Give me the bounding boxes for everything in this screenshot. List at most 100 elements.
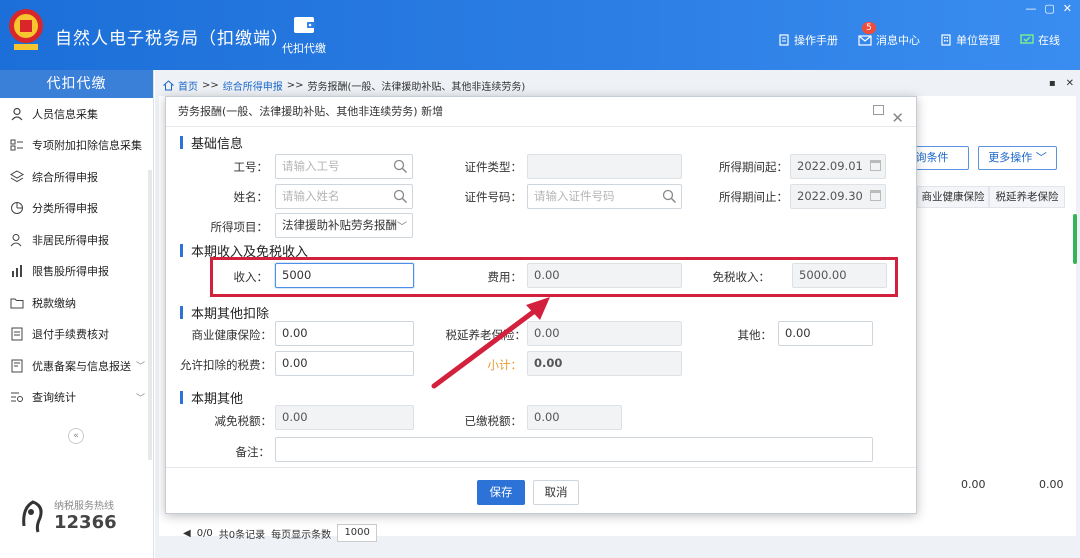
sidebar-item-category[interactable]: 分类所得申报 — [0, 193, 153, 225]
sidebar-item-preferential[interactable]: 优惠备案与信息报送 ﹀ — [0, 350, 153, 382]
document-icon — [10, 359, 24, 373]
save-button[interactable]: 保存 — [477, 480, 525, 505]
person-icon — [10, 107, 24, 121]
sidebar-collapse-button[interactable]: « — [68, 428, 84, 444]
online-status[interactable]: 在线 — [1020, 32, 1060, 48]
total-value: 0.00 — [1039, 478, 1064, 491]
hotline-label: 纳税服务热线 — [54, 501, 114, 512]
breadcrumb-level1[interactable]: 综合所得申报 — [223, 78, 283, 93]
tax-reduction-label: 减免税额： — [214, 414, 273, 428]
sidebar-item-tax-payment[interactable]: 税款缴纳 — [0, 287, 153, 319]
pager-per-page-label: 每页显示条数 — [271, 529, 332, 541]
column-header-pension-insurance: 税延养老保险 — [989, 186, 1065, 208]
income-item-select[interactable]: 法律援助补贴劳务报酬 ﹀ — [275, 213, 413, 238]
message-center-label: 消息中心 — [876, 34, 920, 47]
tab-close-x-icon[interactable]: ✕ — [1066, 78, 1074, 89]
breadcrumb-current: 劳务报酬(一般、法律援助补贴、其他非连续劳务) — [307, 82, 526, 93]
sidebar-item-refund-fee[interactable]: 退付手续费核对 — [0, 319, 153, 351]
sidebar-item-person-info[interactable]: 人员信息采集 — [0, 98, 153, 130]
sidebar-item-special-deduction[interactable]: 专项附加扣除信息采集 — [0, 130, 153, 162]
breadcrumb: 首页 >> 综合所得申报 >> 劳务报酬(一般、法律援助补贴、其他非连续劳务) — [163, 78, 525, 93]
close-window-icon[interactable]: ✕ — [1063, 2, 1072, 15]
section-marker — [180, 391, 183, 404]
cancel-button[interactable]: 取消 — [533, 480, 579, 505]
sidebar-item-restricted-stock[interactable]: 限售股所得申报 — [0, 256, 153, 288]
layers-icon — [10, 170, 24, 184]
unit-management-link[interactable]: 单位管理 — [940, 32, 1000, 48]
other-deduction-input[interactable]: 0.00 — [778, 321, 873, 346]
tax-emblem-logo — [9, 9, 43, 50]
sidebar-item-label: 分类所得申报 — [32, 202, 98, 216]
section-title: 基础信息 — [191, 137, 244, 152]
more-actions-button[interactable]: 更多操作 ﹀ — [978, 146, 1057, 170]
hotline-number: 12366 — [54, 512, 117, 533]
name-placeholder: 请输入姓名 — [282, 189, 340, 203]
tax-paid-field[interactable]: 0.00 — [527, 405, 622, 430]
breadcrumb-sep: >> — [286, 80, 304, 91]
period-start-field[interactable]: 2022.09.01 — [790, 154, 886, 179]
sidebar-scrollbar[interactable] — [148, 170, 152, 460]
period-start-value: 2022.09.01 — [797, 159, 863, 173]
section-other: 本期其他 — [180, 388, 243, 407]
highlight-box — [210, 257, 898, 297]
emp-no-input[interactable]: 请输入工号 — [275, 154, 413, 179]
section-title: 本期其他 — [191, 392, 244, 407]
sidebar-item-label: 查询统计 — [32, 391, 76, 405]
sidebar-item-label: 综合所得申报 — [32, 170, 98, 184]
calendar-icon[interactable] — [870, 190, 881, 201]
id-no-label: 证件号码： — [464, 190, 523, 204]
bar-chart-icon — [10, 264, 24, 278]
id-no-input[interactable]: 请输入证件号码 — [527, 184, 682, 209]
dialog-title: 劳务报酬(一般、法律援助补贴、其他非连续劳务) 新增 — [178, 105, 444, 118]
person-icon — [10, 233, 24, 247]
wallet-icon — [294, 17, 315, 33]
maximize-icon[interactable]: ▢ — [1044, 2, 1054, 15]
emp-no-label: 工号： — [233, 160, 269, 174]
allowed-tax-input[interactable]: 0.00 — [275, 351, 414, 376]
id-type-field[interactable] — [527, 154, 682, 179]
section-basic-info: 基础信息 — [180, 133, 243, 152]
sidebar-item-label: 退付手续费核对 — [32, 328, 109, 342]
pie-chart-icon — [10, 201, 24, 215]
app-title: 自然人电子税务局（扣缴端） — [55, 29, 289, 49]
pager-per-page-select[interactable]: 1000 — [337, 524, 378, 542]
top-header: 自然人电子税务局（扣缴端） 代扣代缴 操作手册 5 消息中心 单位管理 在线 —… — [0, 0, 1080, 70]
name-input[interactable]: 请输入姓名 — [275, 184, 413, 209]
tax-reduction-field[interactable]: 0.00 — [275, 405, 414, 430]
scrollbar-thumb[interactable] — [1073, 214, 1077, 264]
online-status-label: 在线 — [1038, 34, 1060, 47]
online-monitor-icon — [1020, 34, 1034, 44]
document-icon — [779, 34, 789, 46]
nav-withholding[interactable]: 代扣代缴 — [280, 14, 328, 56]
message-count-badge: 5 — [862, 22, 876, 34]
pension-insurance-field[interactable]: 0.00 — [527, 321, 682, 346]
manual-link[interactable]: 操作手册 — [778, 32, 838, 48]
minimize-icon[interactable]: — — [1025, 2, 1036, 15]
calendar-icon[interactable] — [870, 160, 881, 171]
dialog-footer: 保存 取消 — [166, 467, 916, 513]
column-header-health-insurance: 商业健康保险 — [917, 186, 989, 208]
pager-prev-icon[interactable]: ◀ — [183, 528, 191, 539]
sidebar-item-query-stats[interactable]: 查询统计 ﹀ — [0, 382, 153, 414]
period-end-field[interactable]: 2022.09.30 — [790, 184, 886, 209]
sidebar-item-comprehensive[interactable]: 综合所得申报 — [0, 161, 153, 193]
message-center-link[interactable]: 5 消息中心 — [858, 22, 920, 48]
search-icon[interactable] — [393, 159, 408, 174]
search-icon[interactable] — [662, 189, 677, 204]
subtotal-label: 小计： — [487, 358, 523, 372]
health-insurance-input[interactable]: 0.00 — [275, 321, 414, 346]
pension-insurance-label: 税延养老保险： — [445, 328, 527, 342]
remark-input[interactable] — [275, 437, 873, 462]
list-icon — [10, 138, 24, 152]
sidebar-item-nonresident[interactable]: 非居民所得申报 — [0, 224, 153, 256]
close-dialog-icon[interactable]: ✕ — [891, 103, 904, 133]
emp-no-placeholder: 请输入工号 — [282, 159, 340, 173]
breadcrumb-home[interactable]: 首页 — [178, 78, 198, 93]
search-icon[interactable] — [393, 189, 408, 204]
tax-paid-label: 已缴税额： — [464, 414, 523, 428]
manual-link-label: 操作手册 — [794, 34, 838, 47]
nav-withholding-label: 代扣代缴 — [282, 42, 326, 55]
tab-close-icon[interactable]: ▪ — [1049, 78, 1056, 89]
maximize-dialog-icon[interactable] — [873, 105, 884, 115]
building-icon — [941, 34, 951, 46]
